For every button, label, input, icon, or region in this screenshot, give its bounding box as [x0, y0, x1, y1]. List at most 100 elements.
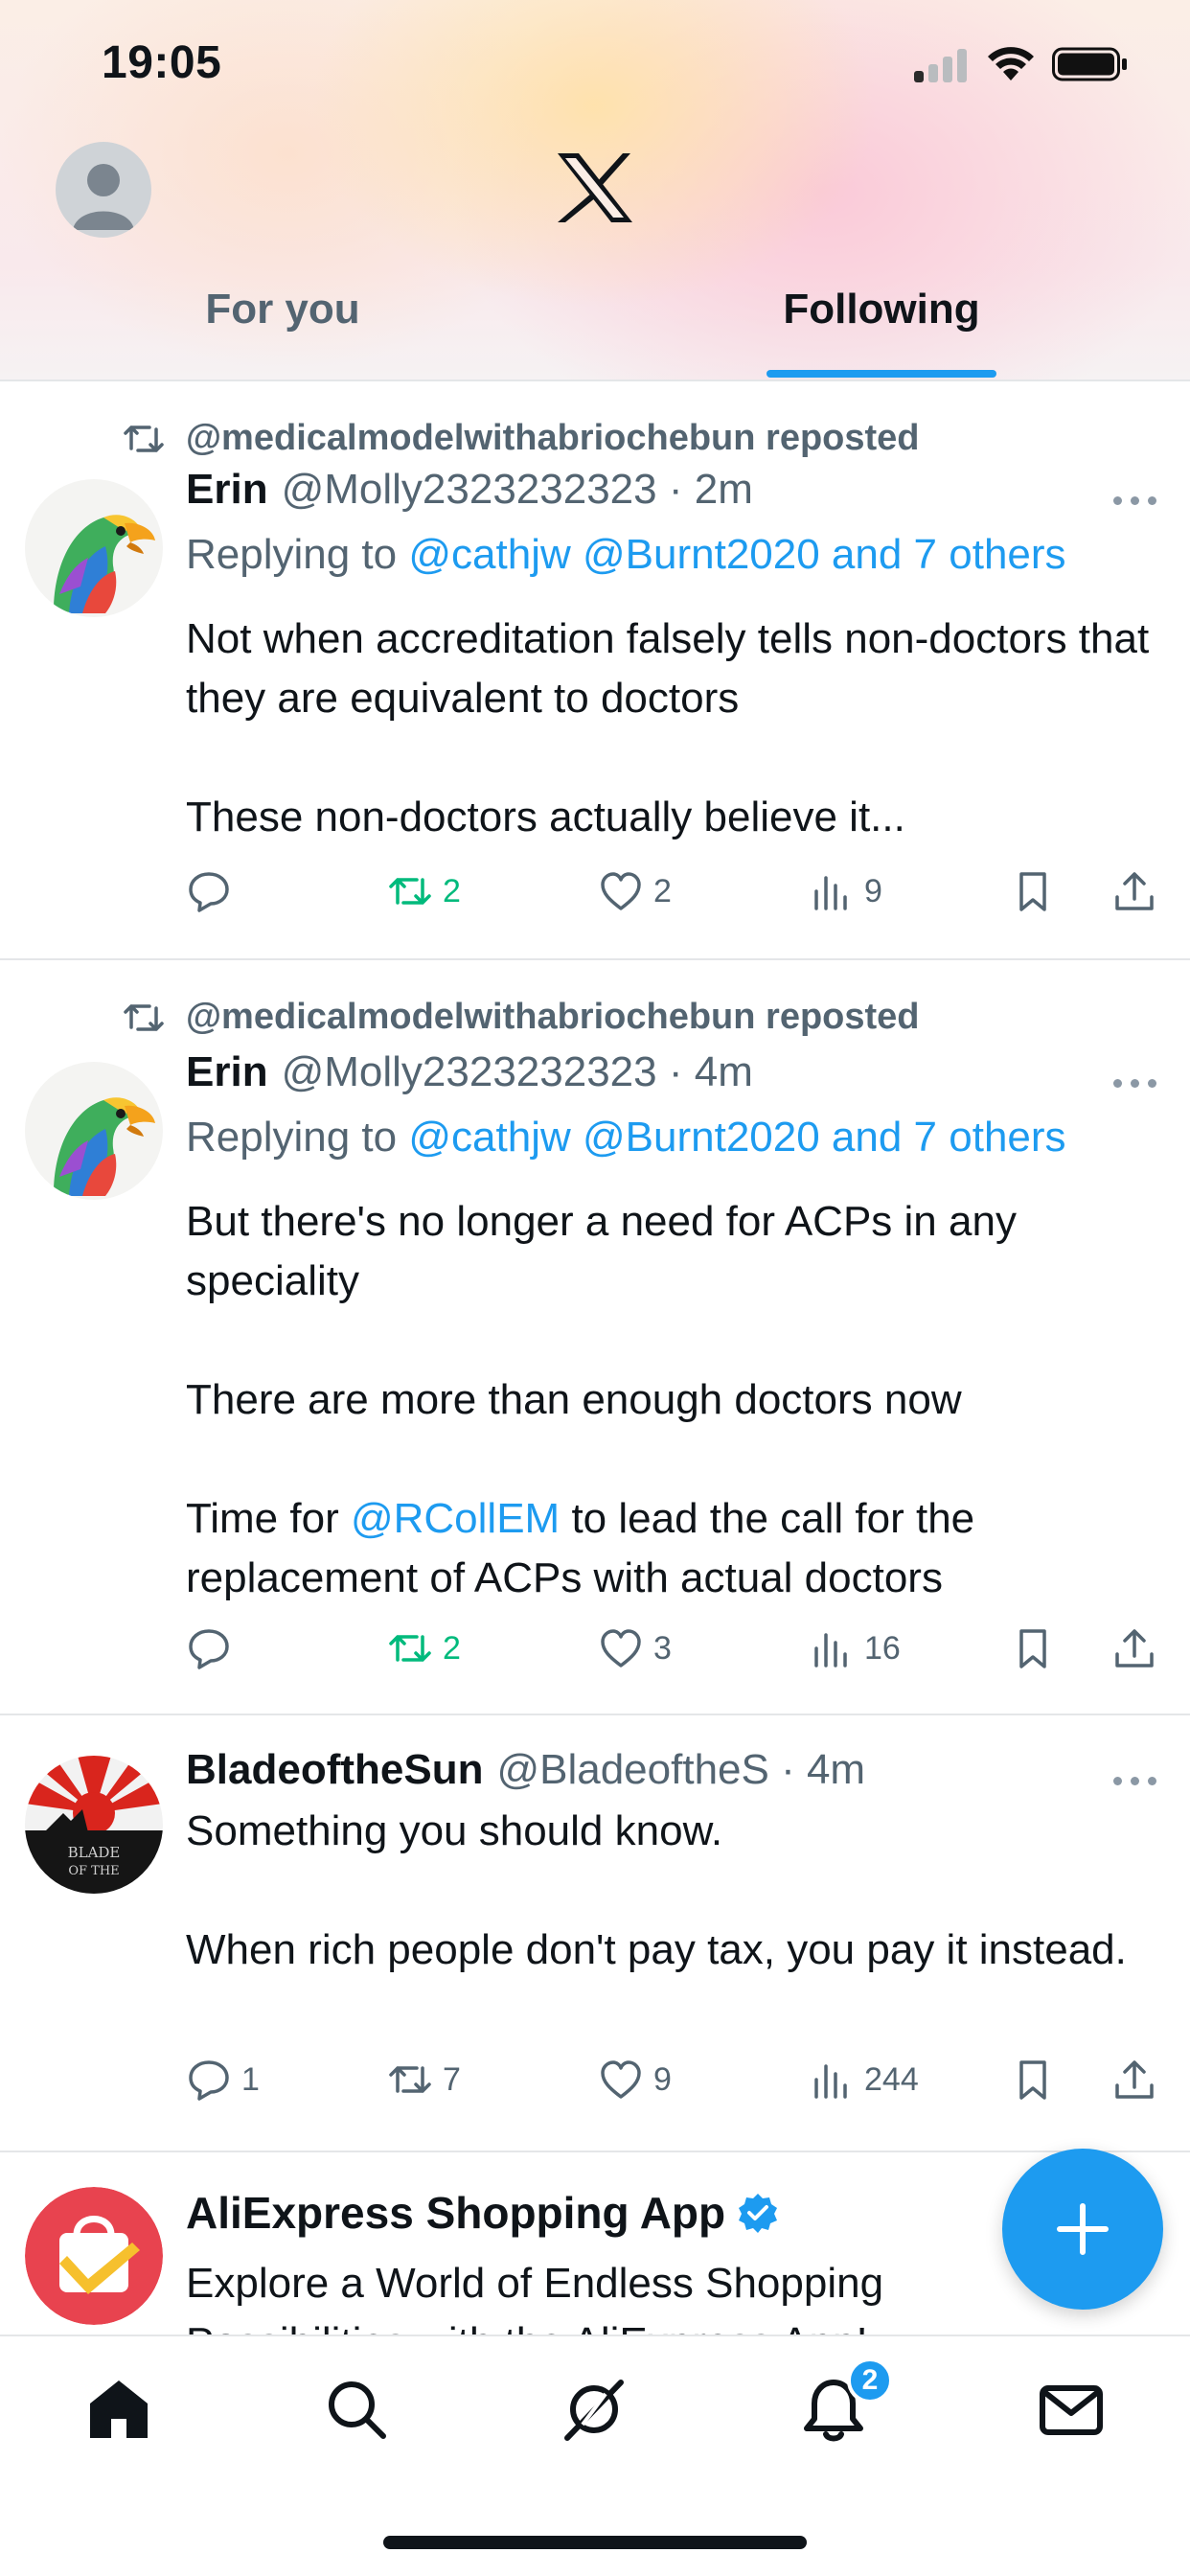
repost-label: @medicalmodelwithabriochebun reposted [123, 418, 920, 459]
tweet-text: But there's no longer a need for ACPs in… [186, 1192, 1154, 1608]
avatar[interactable] [25, 479, 163, 617]
home-icon[interactable] [84, 2375, 153, 2444]
author-handle-time[interactable]: @BladeoftheS · 4m [496, 1746, 865, 1794]
home-indicator[interactable] [383, 2536, 807, 2549]
reply-button[interactable] [186, 868, 241, 914]
mention-link[interactable]: @RCollEM [351, 1495, 560, 1542]
parrot-avatar-icon [25, 1062, 163, 1200]
repost-count: 7 [443, 2060, 461, 2098]
rising-sun-avatar-icon: BLADE OF THE [25, 1756, 163, 1894]
reply-icon [189, 872, 229, 912]
tweet-paragraph: There are more than enough doctors now [186, 1376, 962, 1423]
tweet-actions: 2 2 9 [186, 868, 1163, 922]
ad-name[interactable]: AliExpress Shopping App [186, 2187, 725, 2239]
share-button[interactable] [1111, 1625, 1167, 1671]
heart-icon [601, 872, 641, 910]
repost-text[interactable]: @medicalmodelwithabriochebun reposted [186, 997, 920, 1038]
tweet-text: Not when accreditation falsely tells non… [186, 610, 1154, 847]
status-time: 19:05 [102, 37, 222, 88]
search-icon[interactable] [322, 2375, 391, 2444]
avatar[interactable]: BLADE OF THE [25, 1756, 163, 1894]
author-name[interactable]: Erin [186, 466, 268, 514]
tab-following[interactable]: Following [728, 286, 1035, 334]
like-button[interactable]: 2 [598, 868, 672, 914]
reply-button[interactable] [186, 1625, 241, 1671]
bookmark-icon [1019, 1629, 1046, 1668]
grok-icon[interactable] [560, 2375, 629, 2444]
repost-icon [389, 878, 431, 905]
x-logo-icon[interactable] [556, 151, 634, 224]
like-button[interactable]: 9 [598, 2057, 672, 2103]
compose-post-button[interactable] [1002, 2149, 1163, 2310]
tweet[interactable]: @medicalmodelwithabriochebun reposted Er… [0, 962, 1190, 1715]
like-button[interactable]: 3 [598, 1625, 672, 1671]
verified-badge-icon [739, 2194, 778, 2233]
share-button[interactable] [1111, 2057, 1167, 2103]
share-icon [1115, 1629, 1154, 1668]
replying-to-users[interactable]: @cathjw @Burnt2020 and 7 others [408, 1114, 1065, 1161]
views-button[interactable]: 16 [809, 1625, 901, 1671]
tweet-paragraph: When rich people don't pay tax, you pay … [186, 1926, 1127, 1973]
view-count: 9 [864, 872, 882, 909]
repost-icon [124, 1003, 164, 1031]
bookmark-icon [1019, 2060, 1046, 2100]
avatar[interactable] [25, 1062, 163, 1200]
tweet-actions: 2 3 16 [186, 1625, 1163, 1679]
author-name[interactable]: Erin [186, 1048, 268, 1096]
repost-button[interactable]: 7 [387, 2057, 461, 2103]
like-count: 9 [653, 2060, 672, 2098]
reply-icon [189, 1629, 229, 1669]
profile-avatar[interactable] [56, 142, 151, 238]
tab-for-you[interactable]: For you [153, 286, 412, 334]
repost-text[interactable]: @medicalmodelwithabriochebun reposted [186, 418, 920, 459]
tweet-paragraph: Time for @RCollEM to lead the call for t… [186, 1489, 1154, 1608]
reply-button[interactable]: 1 [186, 2057, 260, 2103]
repost-icon [389, 2066, 431, 2093]
replying-to-line: Replying to @cathjw @Burnt2020 and 7 oth… [186, 1114, 1066, 1162]
cellular-signal-icon [914, 48, 968, 82]
author-name[interactable]: BladeoftheSun [186, 1746, 483, 1794]
plus-icon [1057, 2203, 1109, 2255]
author-handle-time[interactable]: @Molly2323232323 · 2m [282, 466, 753, 514]
views-chart-icon [814, 876, 847, 910]
view-count: 16 [864, 1629, 901, 1667]
repost-label: @medicalmodelwithabriochebun reposted [123, 997, 920, 1038]
author-handle-time[interactable]: @Molly2323232323 · 4m [282, 1048, 753, 1096]
repost-icon [124, 425, 164, 452]
share-icon [1115, 872, 1154, 910]
views-button[interactable]: 9 [809, 868, 882, 914]
envelope-icon[interactable] [1037, 2375, 1106, 2444]
bookmark-button[interactable] [1010, 2057, 1065, 2103]
ad-text: Explore a World of Endless Shopping Poss… [186, 2260, 884, 2334]
tweet-author-line: BladeoftheSun @BladeoftheS · 4m [186, 1746, 865, 1794]
bookmark-icon [1019, 872, 1046, 911]
ad-avatar[interactable] [25, 2187, 163, 2325]
ad-author-line: AliExpress Shopping App [186, 2187, 779, 2239]
tweet[interactable]: @medicalmodelwithabriochebun reposted Er… [0, 383, 1190, 960]
svg-text:OF THE: OF THE [68, 1864, 119, 1878]
repost-button[interactable]: 2 [387, 1625, 461, 1671]
replying-to-prefix: Replying to [186, 1114, 398, 1161]
aliexpress-logo-icon [25, 2187, 163, 2325]
tweet-paragraph: Not when accreditation falsely tells non… [186, 615, 1150, 722]
svg-text:BLADE: BLADE [68, 1844, 121, 1861]
tweet-paragraph: But there's no longer a need for ACPs in… [186, 1198, 1017, 1304]
repost-count: 2 [443, 1629, 461, 1667]
heart-icon [601, 2060, 641, 2099]
views-button[interactable]: 244 [809, 2057, 919, 2103]
repost-icon [389, 1635, 431, 1662]
repost-button[interactable]: 2 [387, 868, 461, 914]
tweet[interactable]: BLADE OF THE BladeoftheSun @BladeoftheS … [0, 1717, 1190, 2152]
replying-to-users[interactable]: @cathjw @Burnt2020 and 7 others [408, 531, 1065, 578]
share-button[interactable] [1111, 868, 1167, 914]
more-options-icon[interactable] [1111, 1771, 1159, 1790]
view-count: 244 [864, 2060, 919, 2098]
bookmark-button[interactable] [1010, 868, 1065, 914]
more-options-icon[interactable] [1111, 1073, 1159, 1092]
more-options-icon[interactable] [1111, 491, 1159, 510]
heart-icon [601, 1629, 641, 1668]
bookmark-button[interactable] [1010, 1625, 1065, 1671]
replying-to-line: Replying to @cathjw @Burnt2020 and 7 oth… [186, 531, 1066, 579]
views-chart-icon [814, 2064, 847, 2099]
repost-count: 2 [443, 872, 461, 909]
